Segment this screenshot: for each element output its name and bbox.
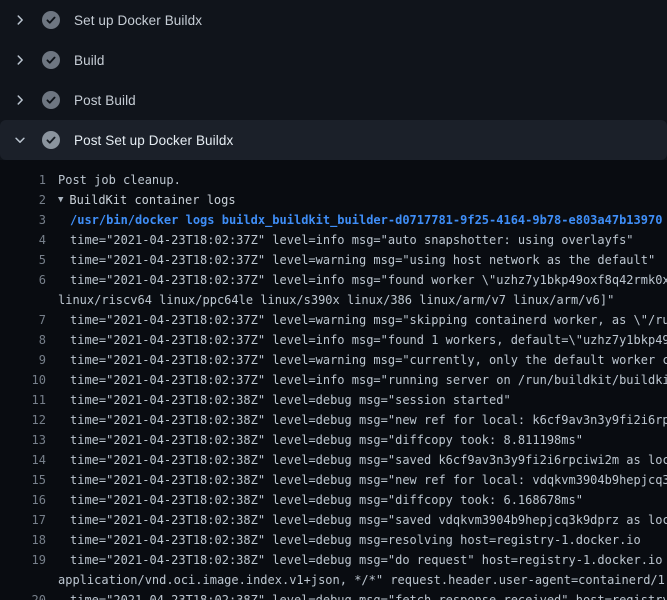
log-line: 15 time="2021-04-23T18:02:38Z" level=deb… [0, 470, 667, 490]
log-line: 20 time="2021-04-23T18:02:38Z" level=deb… [0, 590, 667, 600]
step-label: Post Build [74, 93, 136, 108]
log-line-number[interactable]: 9 [0, 353, 46, 367]
check-circle-icon [42, 91, 60, 109]
log-group-line: 2 ▼ BuildKit container logs [0, 190, 667, 210]
log-line: 16 time="2021-04-23T18:02:38Z" level=deb… [0, 490, 667, 510]
log-line: 3 /usr/bin/docker logs buildx_buildkit_b… [0, 210, 667, 230]
log-line-text: time="2021-04-23T18:02:38Z" level=debug … [58, 433, 667, 447]
log-line: 12 time="2021-04-23T18:02:38Z" level=deb… [0, 410, 667, 430]
step-row-build[interactable]: Build [0, 40, 667, 80]
log-line-text: time="2021-04-23T18:02:38Z" level=debug … [58, 533, 667, 547]
log-line: 11 time="2021-04-23T18:02:38Z" level=deb… [0, 390, 667, 410]
log-line: 18 time="2021-04-23T18:02:38Z" level=deb… [0, 530, 667, 550]
chevron-down-icon [12, 132, 28, 148]
check-circle-icon [42, 131, 60, 149]
log-line-text: time="2021-04-23T18:02:38Z" level=debug … [58, 413, 667, 427]
log-line-continuation: linux/riscv64 linux/ppc64le linux/s390x … [0, 290, 667, 310]
step-label: Set up Docker Buildx [74, 13, 202, 28]
step-row-post-build[interactable]: Post Build [0, 80, 667, 120]
log-line-number[interactable]: 1 [0, 173, 46, 187]
log-line-number[interactable]: 4 [0, 233, 46, 247]
log-line: 6 time="2021-04-23T18:02:37Z" level=info… [0, 270, 667, 290]
log-command-text: /usr/bin/docker logs buildx_buildkit_bui… [58, 213, 667, 227]
log-line-number[interactable]: 7 [0, 313, 46, 327]
log-line: 19 time="2021-04-23T18:02:38Z" level=deb… [0, 550, 667, 570]
step-label: Build [74, 53, 105, 68]
log-line-text: time="2021-04-23T18:02:37Z" level=warnin… [58, 313, 667, 327]
log-line-number[interactable]: 17 [0, 513, 46, 527]
log-line-number[interactable]: 5 [0, 253, 46, 267]
log-line-text: application/vnd.oci.image.index.v1+json,… [58, 573, 667, 587]
log-line-number[interactable]: 15 [0, 473, 46, 487]
log-line: 7 time="2021-04-23T18:02:37Z" level=warn… [0, 310, 667, 330]
log-line-text: time="2021-04-23T18:02:38Z" level=debug … [58, 493, 667, 507]
log-line-continuation: application/vnd.oci.image.index.v1+json,… [0, 570, 667, 590]
step-list: Set up Docker Buildx Build Post Build Po… [0, 0, 667, 160]
log-line-text: time="2021-04-23T18:02:38Z" level=debug … [58, 553, 667, 567]
log-line-number[interactable]: 13 [0, 433, 46, 447]
chevron-right-icon [12, 52, 28, 68]
log-line: 8 time="2021-04-23T18:02:37Z" level=info… [0, 330, 667, 350]
log-line-text: time="2021-04-23T18:02:37Z" level=warnin… [58, 353, 667, 367]
step-label: Post Set up Docker Buildx [74, 133, 233, 148]
log-line-number[interactable]: 6 [0, 273, 46, 287]
check-circle-icon [42, 11, 60, 29]
step-row-set-up-docker-buildx[interactable]: Set up Docker Buildx [0, 0, 667, 40]
log-line: 4 time="2021-04-23T18:02:37Z" level=info… [0, 230, 667, 250]
log-line-number[interactable]: 14 [0, 453, 46, 467]
log-line: 17 time="2021-04-23T18:02:38Z" level=deb… [0, 510, 667, 530]
log-line-number[interactable]: 8 [0, 333, 46, 347]
log-line-text: time="2021-04-23T18:02:37Z" level=warnin… [58, 253, 667, 267]
log-line-text: time="2021-04-23T18:02:37Z" level=info m… [58, 233, 667, 247]
log-line-number[interactable]: 20 [0, 593, 46, 600]
log-line-text: time="2021-04-23T18:02:38Z" level=debug … [58, 473, 667, 487]
log-line-text: time="2021-04-23T18:02:38Z" level=debug … [58, 453, 667, 467]
log-line-text: time="2021-04-23T18:02:38Z" level=debug … [58, 513, 667, 527]
log-line-text: time="2021-04-23T18:02:37Z" level=info m… [58, 273, 667, 287]
log-line-text: time="2021-04-23T18:02:37Z" level=info m… [58, 333, 667, 347]
log-line: 1 Post job cleanup. [0, 170, 667, 190]
log-line: 10 time="2021-04-23T18:02:37Z" level=inf… [0, 370, 667, 390]
log-area: 1 Post job cleanup. 2 ▼ BuildKit contain… [0, 160, 667, 600]
log-line: 14 time="2021-04-23T18:02:38Z" level=deb… [0, 450, 667, 470]
log-line-text: time="2021-04-23T18:02:38Z" level=debug … [58, 593, 667, 600]
log-line: 13 time="2021-04-23T18:02:38Z" level=deb… [0, 430, 667, 450]
check-circle-icon [42, 51, 60, 69]
log-line-number[interactable]: 12 [0, 413, 46, 427]
log-line-text: time="2021-04-23T18:02:38Z" level=debug … [58, 393, 667, 407]
chevron-right-icon [12, 12, 28, 28]
log-line-number[interactable]: 10 [0, 373, 46, 387]
log-line: 9 time="2021-04-23T18:02:37Z" level=warn… [0, 350, 667, 370]
log-line: 5 time="2021-04-23T18:02:37Z" level=warn… [0, 250, 667, 270]
step-row-post-set-up-docker-buildx[interactable]: Post Set up Docker Buildx [0, 120, 667, 160]
log-line-text: time="2021-04-23T18:02:37Z" level=info m… [58, 373, 667, 387]
log-line-number[interactable]: 3 [0, 213, 46, 227]
chevron-right-icon [12, 92, 28, 108]
group-expand-triangle-icon[interactable]: ▼ [58, 195, 63, 205]
log-line-text: Post job cleanup. [58, 173, 667, 187]
log-line-number[interactable]: 19 [0, 553, 46, 567]
log-group-title: BuildKit container logs [69, 193, 667, 207]
log-line-number[interactable]: 2 [0, 193, 46, 207]
log-line-number[interactable]: 11 [0, 393, 46, 407]
log-line-text: linux/riscv64 linux/ppc64le linux/s390x … [58, 293, 667, 307]
log-line-number[interactable]: 18 [0, 533, 46, 547]
log-line-number[interactable]: 16 [0, 493, 46, 507]
